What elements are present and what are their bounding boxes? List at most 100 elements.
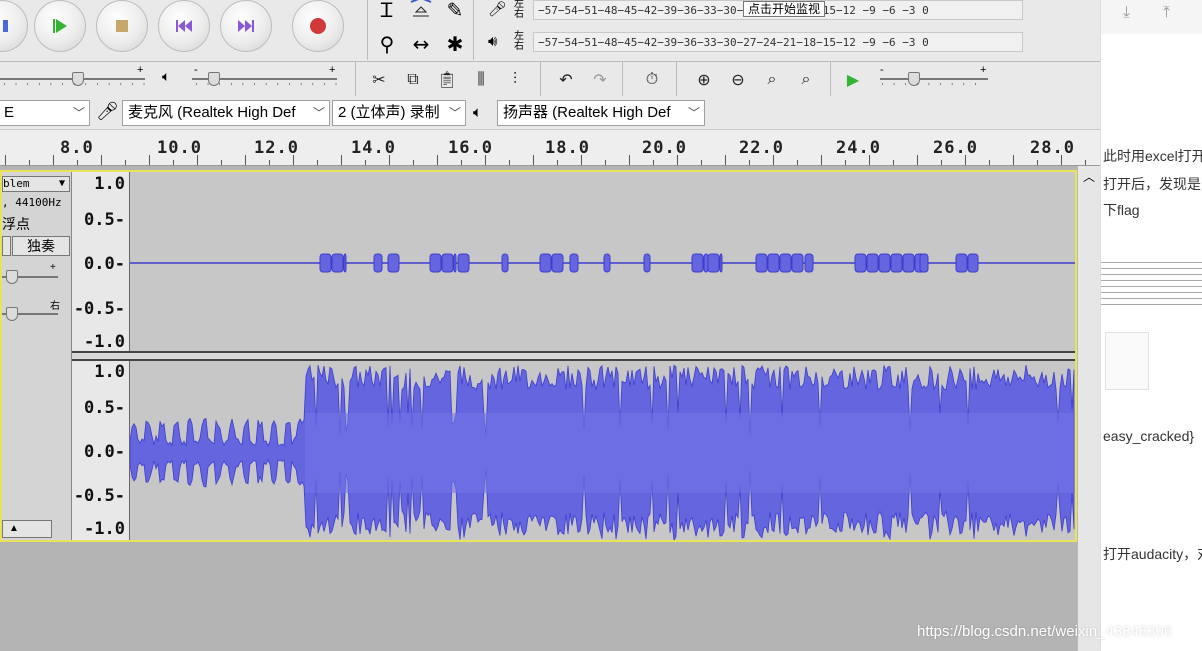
skip-start-button[interactable] — [158, 0, 210, 52]
timeshift-tool-icon[interactable]: ↔ — [406, 30, 436, 58]
silence-button[interactable]: ⫶ — [500, 65, 530, 93]
fit-project-button[interactable]: ⌕ — [791, 65, 821, 93]
track-sample-format: 浮点 — [2, 217, 30, 233]
ruler-label: 18.0 — [545, 138, 590, 158]
playback-meter[interactable]: 🔊︎ 左右 −57−54−51−48−45−42−39−36−33−30−27−… — [478, 32, 1038, 54]
track-name-dropdown[interactable]: blem ▼ — [2, 176, 70, 192]
ruler-tick — [965, 155, 966, 165]
track-gain-slider[interactable]: + — [2, 260, 62, 290]
ruler-tick — [821, 155, 822, 165]
slider-thumb[interactable] — [6, 270, 18, 284]
ruler-tick — [1037, 160, 1038, 165]
slider-thumb[interactable] — [6, 307, 18, 321]
slider-ticks: ' ' ' ' ' ' ' ' ' ' ' ' ' — [2, 82, 148, 91]
cut-button[interactable]: ✂ — [364, 65, 394, 93]
recording-volume-slider[interactable]: ' ' ' ' ' ' ' ' ' ' ' ' ' + — [0, 62, 150, 92]
vruler-label: -0.5- — [73, 299, 125, 319]
timeline-ruler[interactable]: 8.0 10.0 12.0 14.0 16.0 18.0 20.0 22.0 24.0 26.0 2… — [0, 130, 1100, 166]
slider-track — [880, 78, 988, 80]
collapse-track-button[interactable]: ▲ — [2, 520, 52, 538]
ruler-tick — [917, 155, 918, 165]
vruler-label: 0.0- — [84, 442, 125, 462]
stop-button[interactable] — [96, 0, 148, 52]
download-icon[interactable]: ⤓ — [1123, 4, 1130, 22]
paste-button[interactable]: 📋︎ — [432, 65, 462, 93]
zoom-tool-icon[interactable]: ⚲ — [372, 30, 402, 58]
vruler-label: -0.5- — [73, 486, 125, 506]
vertical-scrollbar[interactable]: ︿ — [1077, 166, 1100, 651]
ruler-tick — [557, 160, 558, 165]
ruler-label: 28.0 — [1030, 138, 1075, 158]
recording-channels-select[interactable]: 2 (立体声) 录制 ﹀ — [332, 100, 466, 126]
recording-channels-value: 2 (立体声) 录制 — [338, 104, 440, 121]
ruler-tick — [5, 155, 6, 165]
envelope-tool-icon[interactable] — [406, 0, 436, 22]
sync-lock-button[interactable]: ⏱︎ — [637, 65, 667, 93]
blog-topbar: ⤓ ⤒ — [1101, 0, 1202, 34]
blog-line: easy_cracked} — [1103, 428, 1195, 444]
audio-host-select[interactable]: E ﹀ — [0, 100, 90, 126]
ruler-label: 16.0 — [448, 138, 493, 158]
ruler-label: 20.0 — [642, 138, 687, 158]
ruler-label: 8.0 — [60, 138, 94, 158]
audio-host-value: E — [4, 104, 15, 121]
trim-button[interactable]: ⫼ — [466, 65, 496, 93]
play-speed-slider[interactable]: ' ' ' ' ' ' ' ' ' - + — [878, 62, 993, 92]
ruler-tick — [197, 155, 198, 165]
ruler-tick — [485, 155, 486, 165]
ruler-tick — [461, 160, 462, 165]
blog-line: 下flag — [1103, 202, 1140, 218]
track-divider[interactable] — [72, 351, 1075, 361]
waveform-burst — [457, 253, 470, 273]
ruler-tick — [341, 155, 342, 165]
scroll-up-icon[interactable]: ︿ — [1083, 168, 1095, 185]
record-icon — [310, 18, 326, 34]
solo-button[interactable]: 独奏 — [12, 236, 70, 256]
upload-icon[interactable]: ⤒ — [1163, 4, 1170, 22]
start-monitoring-button[interactable]: 点击开始监视 — [743, 1, 826, 17]
multi-tool-icon[interactable]: ✱ — [440, 30, 470, 58]
vruler-label: -1.0 — [84, 519, 125, 539]
slider-plus-label: + — [50, 262, 56, 273]
fit-selection-button[interactable]: ⌕ — [757, 65, 787, 93]
speaker-icon: 🔈︎ — [473, 103, 483, 121]
track-pan-slider[interactable]: 右 — [2, 297, 62, 327]
ruler-tick — [869, 155, 870, 165]
pause-button[interactable] — [0, 0, 28, 52]
ruler-tick — [293, 155, 294, 165]
pause-icon — [3, 20, 8, 32]
ruler-tick — [221, 160, 222, 165]
slider-plus-label: + — [980, 64, 987, 76]
play-button[interactable] — [34, 0, 86, 52]
microphone-icon: 🎤︎ — [96, 101, 119, 122]
selection-tool-icon[interactable]: Ꮖ — [372, 0, 402, 24]
ruler-tick — [389, 155, 390, 165]
undo-button[interactable]: ↶ — [551, 65, 581, 93]
ruler-tick — [1061, 155, 1062, 165]
record-button[interactable] — [292, 0, 344, 52]
recording-device-select[interactable]: 麦克风 (Realtek High Def ﹀ — [122, 100, 330, 126]
ruler-tick — [77, 160, 78, 165]
waveform-burst — [919, 253, 929, 273]
track-name: blem — [3, 177, 30, 190]
toolbar-divider — [676, 62, 677, 96]
mute-button[interactable] — [2, 236, 11, 256]
skip-end-button[interactable] — [220, 0, 272, 52]
draw-tool-icon[interactable]: ✎ — [440, 0, 470, 24]
ruler-tick — [749, 160, 750, 165]
chevron-down-icon: ▼ — [58, 178, 65, 189]
redo-button[interactable]: ↷ — [585, 65, 615, 93]
waveform-burst — [569, 253, 579, 273]
zoom-out-button[interactable]: ⊖ — [723, 65, 753, 93]
playback-volume-slider[interactable]: - ' ' ' ' ' ' ' ' ' ' ' ' ' + — [192, 62, 342, 92]
zoom-in-button[interactable]: ⊕ — [689, 65, 719, 93]
record-meter[interactable]: 🎤︎ 左右 −57−54−51−48−45−42−39−36−33−30−27−… — [478, 0, 1038, 22]
playback-device-select[interactable]: 扬声器 (Realtek High Def ﹀ — [497, 100, 705, 126]
waveform-burst — [878, 253, 891, 273]
playback-meter-scale: −57−54−51−48−45−42−39−36−33−30−27−24−21−… — [533, 32, 1023, 52]
recording-device-value: 麦克风 (Realtek High Def — [128, 104, 296, 121]
stop-icon — [116, 20, 128, 32]
waveform-burst — [755, 253, 768, 273]
copy-button[interactable]: ⧉ — [398, 65, 428, 93]
play-at-speed-button[interactable]: ▶ — [838, 65, 868, 93]
